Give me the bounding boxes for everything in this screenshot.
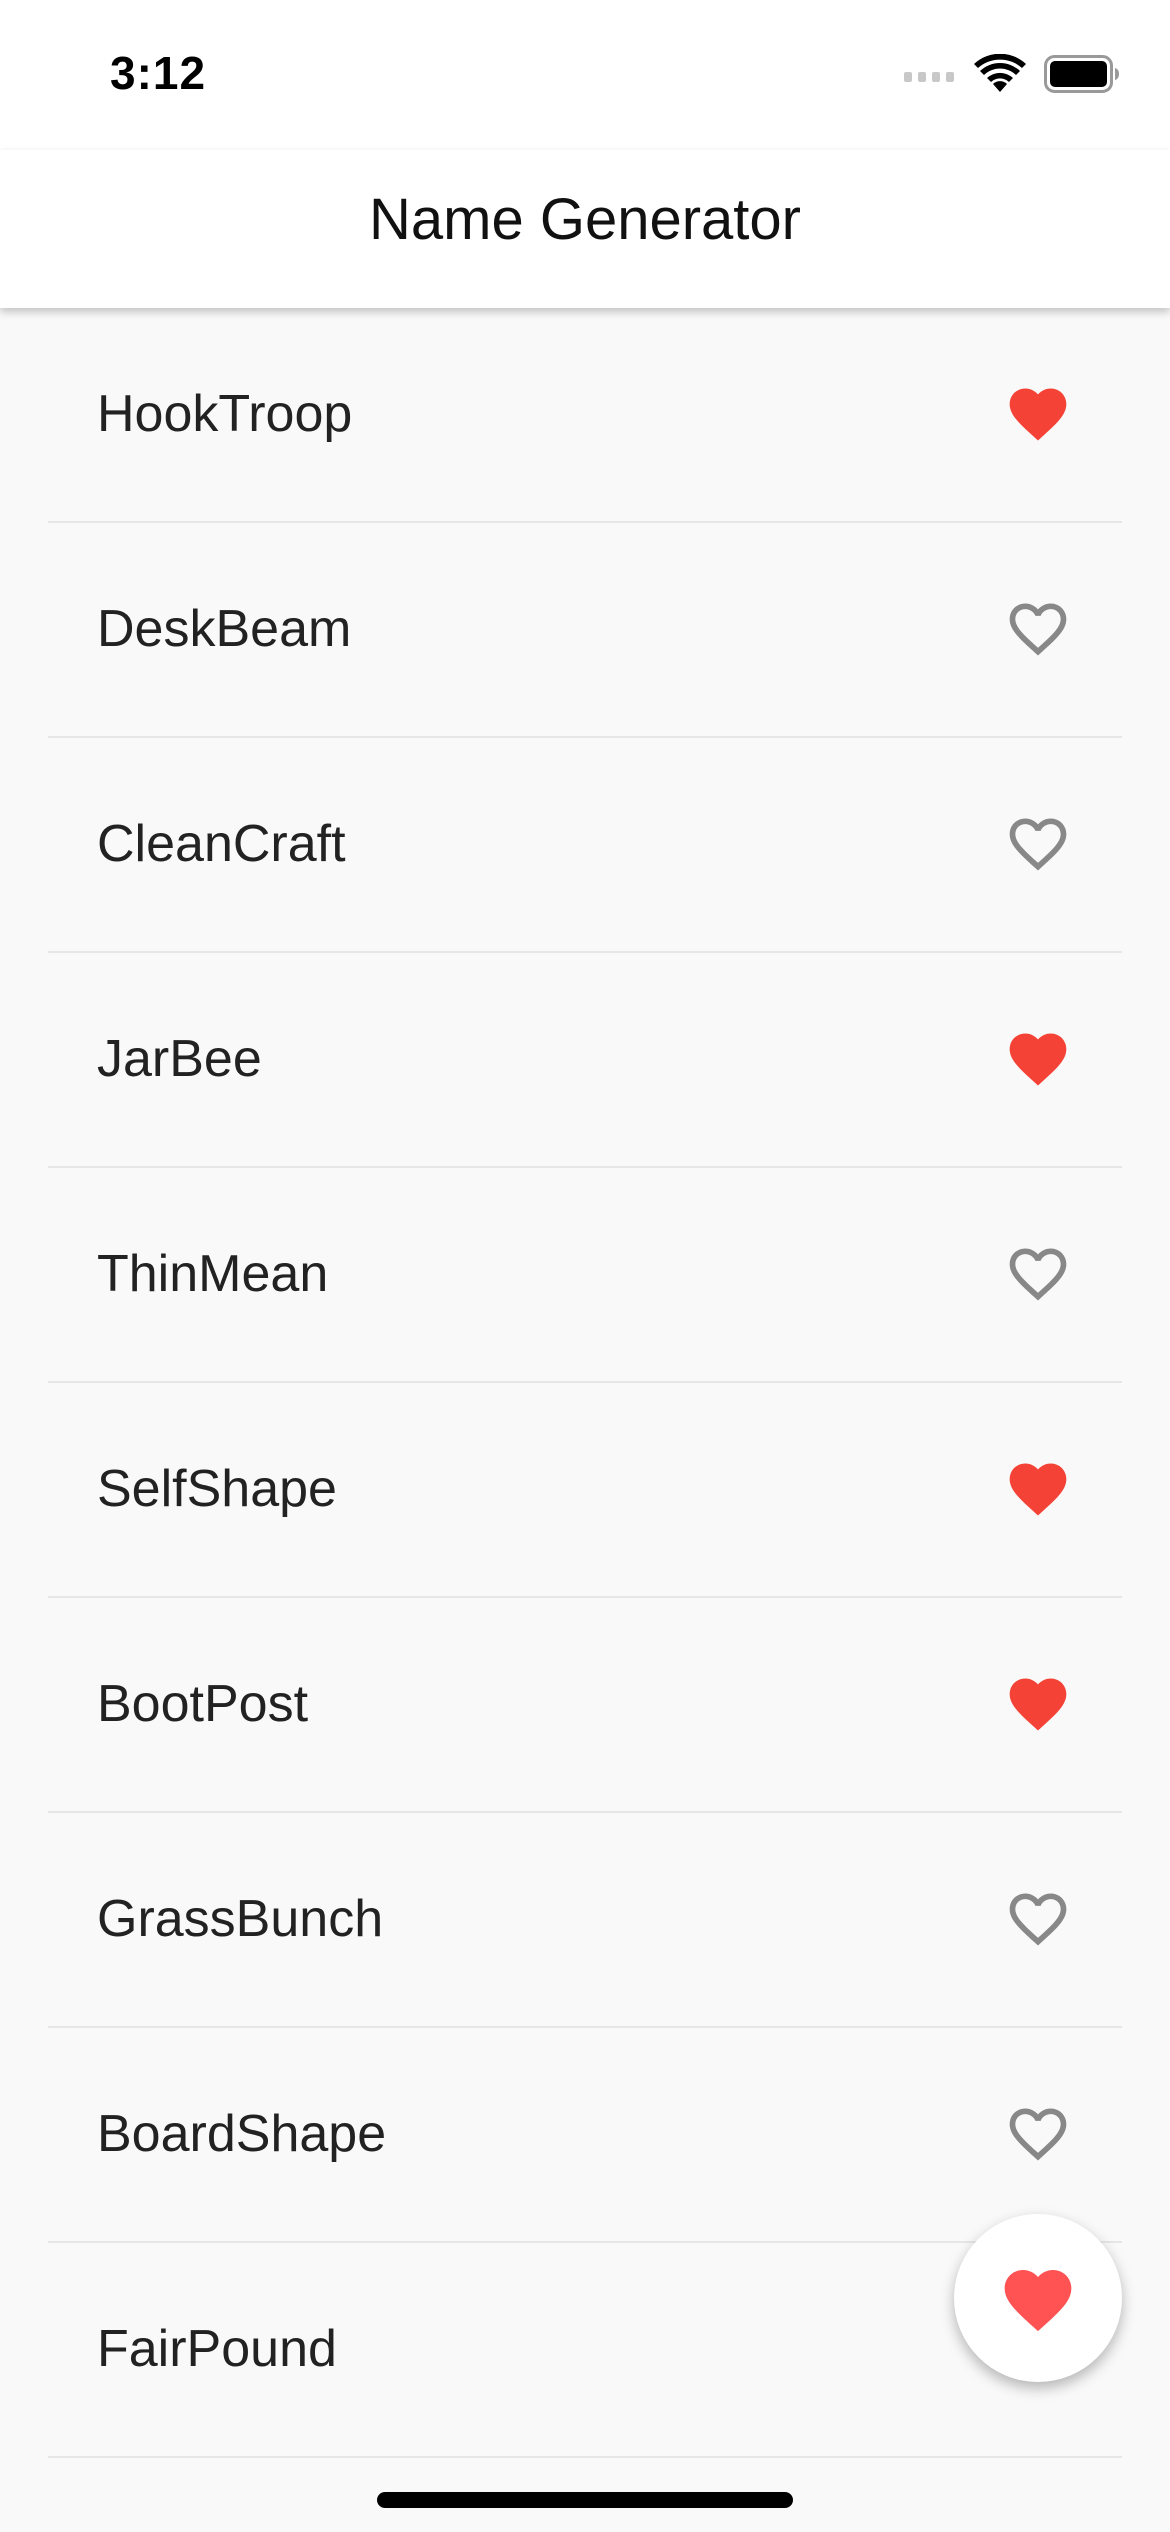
page-title: Name Generator: [369, 187, 801, 252]
list-item[interactable]: BootPost: [48, 1598, 1122, 1813]
list-item[interactable]: ThinMean: [48, 1168, 1122, 1383]
battery-icon: [1044, 55, 1119, 93]
list-item[interactable]: DeskBeam: [48, 523, 1122, 738]
list-item[interactable]: CleanCraft: [48, 738, 1122, 953]
name-label: BootPost: [97, 1675, 309, 1733]
heart-filled-icon[interactable]: [1004, 1670, 1072, 1738]
name-list[interactable]: HookTroop DeskBeam CleanCraft JarBee ThinMea…: [0, 308, 1170, 2458]
status-icons: [904, 52, 1120, 96]
heart-outline-icon[interactable]: [1004, 1240, 1072, 1308]
list-item[interactable]: JarBee: [48, 953, 1122, 1168]
app-bar: Name Generator: [0, 150, 1170, 308]
list-item[interactable]: GrassBunch: [48, 1813, 1122, 2028]
list-item[interactable]: BoardShape: [48, 2028, 1122, 2243]
name-label: SelfShape: [97, 1460, 337, 1518]
heart-outline-icon[interactable]: [1004, 810, 1072, 878]
name-label: FairPound: [97, 2320, 337, 2378]
name-label: DeskBeam: [97, 600, 352, 658]
favorites-fab-button[interactable]: [954, 2214, 1122, 2382]
name-label: BoardShape: [97, 2105, 387, 2163]
cellular-signal-icon: [904, 72, 954, 82]
name-label: CleanCraft: [97, 815, 346, 873]
list-item[interactable]: HookTroop: [48, 308, 1122, 523]
heart-filled-icon[interactable]: [1004, 1025, 1072, 1093]
heart-outline-icon[interactable]: [1004, 595, 1072, 663]
name-label: JarBee: [97, 1030, 262, 1088]
status-bar: 3:12: [0, 0, 1170, 150]
heart-icon: [1004, 2270, 1072, 2332]
wifi-icon: [974, 54, 1026, 92]
name-label: GrassBunch: [97, 1890, 384, 1948]
heart-filled-icon[interactable]: [1004, 380, 1072, 448]
home-indicator: [377, 2492, 793, 2508]
name-label: ThinMean: [97, 1245, 329, 1303]
list-item[interactable]: SelfShape: [48, 1383, 1122, 1598]
heart-outline-icon[interactable]: [1004, 2100, 1072, 2168]
heart-filled-icon[interactable]: [1004, 1455, 1072, 1523]
heart-outline-icon[interactable]: [1004, 1885, 1072, 1953]
status-time: 3:12: [110, 47, 207, 99]
name-label: HookTroop: [97, 385, 353, 443]
